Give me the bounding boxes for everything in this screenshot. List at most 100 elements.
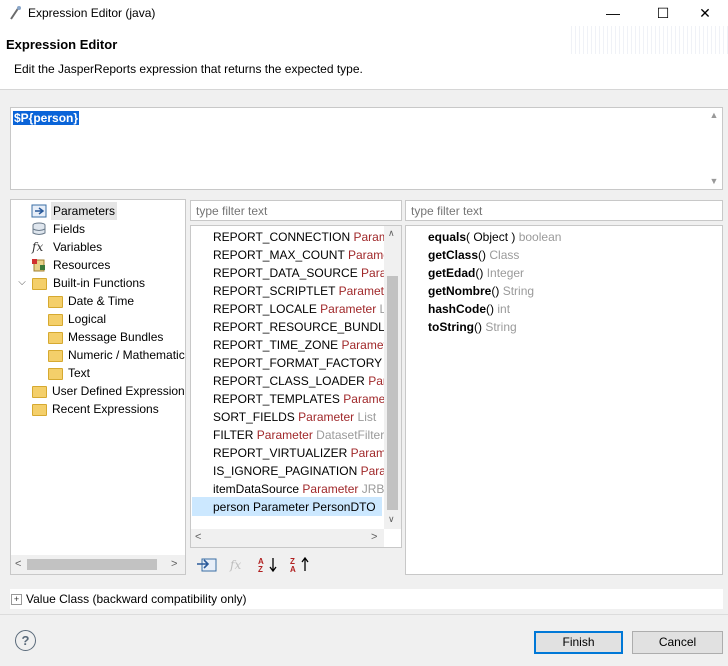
tree-item-text[interactable]: Text bbox=[48, 364, 185, 382]
tree-item-label: Built-in Functions bbox=[53, 276, 146, 290]
scroll-left-icon[interactable]: < bbox=[195, 531, 201, 543]
parameter-row[interactable]: REPORT_SCRIPTLET Parameter JRAbstractScr… bbox=[213, 282, 401, 300]
expression-editor[interactable]: $P{person} ▲ ▼ bbox=[10, 107, 723, 190]
help-icon[interactable]: ? bbox=[15, 630, 36, 651]
maximize-icon: ☐ bbox=[656, 5, 670, 21]
tree-item-message-bundles[interactable]: Message Bundles bbox=[48, 328, 185, 346]
tree-item-label: User Defined Expressions bbox=[52, 384, 185, 398]
parameter-name: REPORT_DATA_SOURCE bbox=[213, 266, 358, 280]
finish-button[interactable]: Finish bbox=[534, 631, 623, 654]
tree-item-label: Numeric / Mathematical bbox=[68, 348, 185, 362]
method-args: () bbox=[474, 320, 482, 334]
function-icon[interactable]: fx bbox=[230, 556, 241, 574]
parameters-list[interactable]: REPORT_CONNECTION Parameter ConnectionRE… bbox=[190, 225, 402, 548]
parameter-row[interactable]: REPORT_DATA_SOURCE Parameter JRDataSourc… bbox=[213, 264, 401, 282]
expression-scrollbar[interactable]: ▲ ▼ bbox=[706, 108, 722, 189]
parameter-name: itemDataSource bbox=[213, 482, 300, 496]
scroll-right-icon[interactable]: > bbox=[171, 558, 177, 570]
tree-item-parameters[interactable]: Parameters bbox=[31, 202, 181, 220]
parameter-row[interactable]: itemDataSource Parameter JRBeanCollectio… bbox=[213, 480, 401, 498]
window-title: Expression Editor (java) bbox=[28, 6, 156, 20]
method-row[interactable]: equals( Object ) boolean bbox=[428, 228, 561, 246]
variables-icon: 𝑓x bbox=[32, 240, 44, 254]
parameter-row[interactable]: REPORT_FORMAT_FACTORY Parameter FormatFa… bbox=[213, 354, 401, 372]
folder-icon bbox=[48, 368, 63, 380]
value-class-section[interactable]: + Value Class (backward compatibility on… bbox=[10, 589, 723, 609]
parameters-filter-input[interactable] bbox=[190, 200, 402, 221]
scroll-up-icon[interactable]: ∧ bbox=[388, 228, 395, 239]
tree-item-built-in-functions[interactable]: ⌵ Built-in Functions bbox=[15, 274, 185, 292]
method-row[interactable]: hashCode() int bbox=[428, 300, 510, 318]
tree-hscrollbar[interactable]: < > bbox=[11, 555, 185, 574]
scroll-down-icon[interactable]: ∨ bbox=[388, 514, 395, 525]
parameter-name: REPORT_CONNECTION bbox=[213, 230, 351, 244]
parameter-row[interactable]: REPORT_CLASS_LOADER Parameter ClassLoade… bbox=[213, 372, 401, 390]
minimize-button[interactable]: — bbox=[590, 0, 636, 26]
scroll-right-icon[interactable]: > bbox=[371, 531, 377, 543]
tree-item-fields[interactable]: Fields bbox=[31, 220, 181, 238]
parameter-row[interactable]: IS_IGNORE_PAGINATION Parameter Boolean bbox=[213, 462, 401, 480]
parameter-name: IS_IGNORE_PAGINATION bbox=[213, 464, 358, 478]
methods-filter-input[interactable] bbox=[405, 200, 723, 221]
parameter-row[interactable]: SORT_FIELDS Parameter List bbox=[213, 408, 376, 426]
tree-item-user-defined[interactable]: User Defined Expressions bbox=[32, 382, 185, 400]
maximize-button[interactable]: ☐ bbox=[640, 0, 686, 26]
chevron-down-icon[interactable]: ⌵ bbox=[17, 274, 27, 292]
method-row[interactable]: getNombre() String bbox=[428, 282, 534, 300]
parameter-row[interactable]: REPORT_RESOURCE_BUNDLE Parameter Resourc… bbox=[213, 318, 401, 336]
methods-list[interactable]: equals( Object ) boolean getClass() Class… bbox=[405, 225, 723, 575]
method-name: equals bbox=[428, 230, 467, 244]
dialog-description: Edit the JasperReports expression that r… bbox=[14, 62, 363, 76]
parameter-row[interactable]: REPORT_LOCALE Parameter Locale bbox=[213, 300, 401, 318]
tree-item-date-time[interactable]: Date & Time bbox=[48, 292, 185, 310]
category-tree[interactable]: Parameters Fields 𝑓x Variables Resources… bbox=[10, 199, 186, 575]
folder-icon bbox=[48, 350, 63, 362]
method-args: () bbox=[475, 266, 484, 280]
method-row[interactable]: toString() String bbox=[428, 318, 517, 336]
tree-item-numeric[interactable]: Numeric / Mathematical bbox=[48, 346, 185, 364]
method-args: ( Object ) bbox=[466, 230, 516, 244]
parameter-name: REPORT_LOCALE bbox=[213, 302, 317, 316]
scroll-up-icon[interactable]: ▲ bbox=[706, 110, 722, 120]
parameter-row[interactable]: FILTER Parameter DatasetFilter bbox=[213, 426, 384, 444]
scroll-down-icon[interactable]: ▼ bbox=[706, 176, 722, 186]
parameter-kind: Parameter bbox=[256, 428, 313, 442]
tree-item-resources[interactable]: Resources bbox=[31, 256, 181, 274]
parameter-row[interactable]: REPORT_TEMPLATES Parameter Collection bbox=[213, 390, 401, 408]
close-button[interactable]: ✕ bbox=[682, 0, 728, 26]
method-name: getEdad bbox=[428, 266, 476, 280]
parameter-row[interactable]: person Parameter PersonDTO bbox=[213, 498, 376, 516]
parameter-name: REPORT_CLASS_LOADER bbox=[213, 374, 365, 388]
parameter-kind: Parameter bbox=[302, 482, 359, 496]
divider bbox=[0, 614, 728, 615]
parameter-row[interactable]: REPORT_VIRTUALIZER Parameter JRVirtualiz… bbox=[213, 444, 401, 462]
parameter-row[interactable]: REPORT_TIME_ZONE Parameter TimeZone bbox=[213, 336, 401, 354]
parameter-kind: Parameter bbox=[253, 500, 310, 514]
method-row[interactable]: getClass() Class bbox=[428, 246, 519, 264]
parameter-row[interactable]: REPORT_MAX_COUNT Parameter Integer bbox=[213, 246, 401, 264]
sort-descending-icon[interactable]: Z A bbox=[290, 555, 312, 573]
tree-item-recent[interactable]: Recent Expressions bbox=[32, 400, 185, 418]
expression-text[interactable]: $P{person} bbox=[13, 111, 80, 125]
tree-item-label: Fields bbox=[53, 222, 86, 236]
method-return-type: int bbox=[497, 302, 511, 316]
expand-icon[interactable]: + bbox=[11, 594, 22, 605]
tree-item-label: Variables bbox=[53, 240, 103, 254]
scroll-thumb[interactable] bbox=[27, 559, 157, 570]
parameter-type: DatasetFilter bbox=[316, 428, 385, 442]
method-row[interactable]: getEdad() Integer bbox=[428, 264, 524, 282]
tree-item-logical[interactable]: Logical bbox=[48, 310, 185, 328]
method-name: getNombre bbox=[428, 284, 492, 298]
scroll-left-icon[interactable]: < bbox=[15, 558, 21, 570]
parameter-row[interactable]: REPORT_CONNECTION Parameter Connection bbox=[213, 228, 401, 246]
dialog-header: Expression Editor Edit the JasperReports… bbox=[0, 26, 728, 90]
sort-ascending-icon[interactable]: A Z bbox=[258, 555, 280, 573]
cancel-button[interactable]: Cancel bbox=[632, 631, 723, 654]
scroll-thumb[interactable] bbox=[387, 276, 398, 510]
insert-icon[interactable] bbox=[196, 555, 218, 573]
minimize-icon: — bbox=[606, 5, 620, 21]
parameter-type: List bbox=[357, 410, 377, 424]
parameters-hscrollbar[interactable]: < > bbox=[191, 529, 384, 547]
close-icon: ✕ bbox=[699, 5, 711, 21]
tree-item-variables[interactable]: 𝑓x Variables bbox=[31, 238, 181, 256]
